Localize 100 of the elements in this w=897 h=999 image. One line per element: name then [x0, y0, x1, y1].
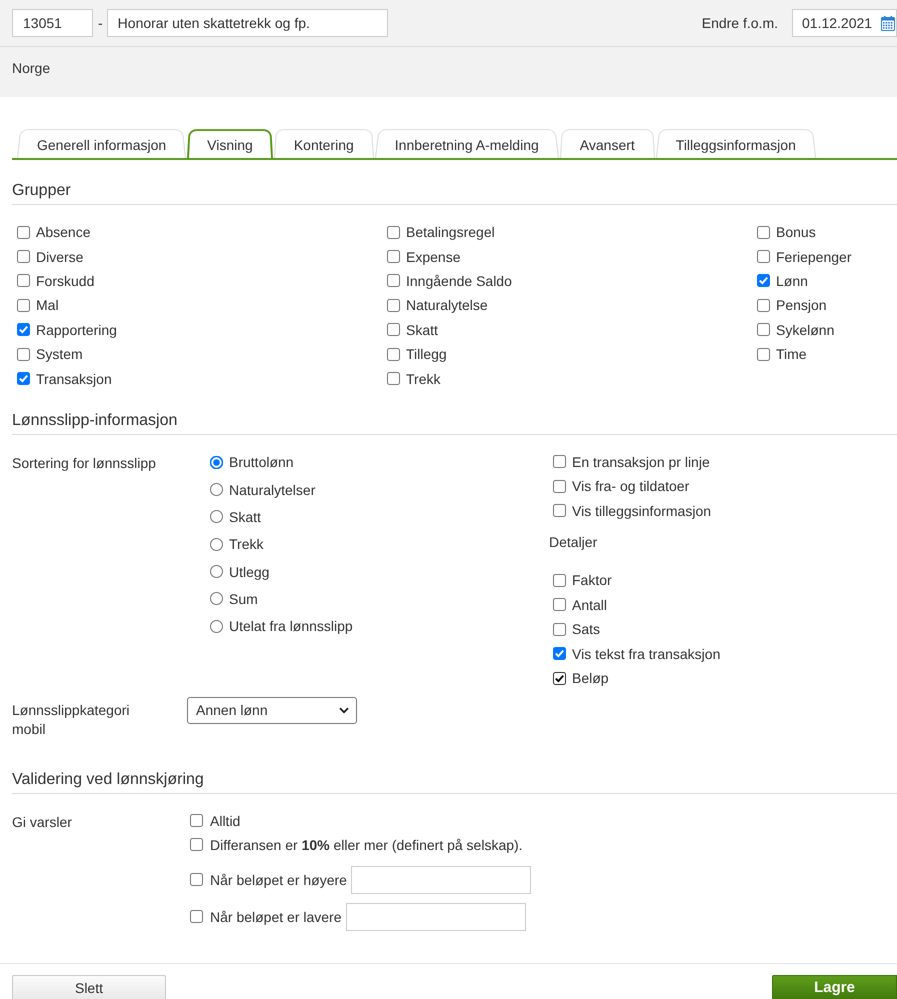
checkbox[interactable] — [757, 226, 770, 239]
checkbox-label: Forskudd — [36, 272, 94, 289]
date-field[interactable]: 01.12.2021 — [792, 9, 897, 37]
checkbox[interactable] — [190, 873, 203, 886]
checkbox-label: Rapportering — [36, 322, 117, 338]
checkbox[interactable] — [553, 622, 566, 636]
checkbox[interactable] — [17, 348, 30, 361]
amount-field[interactable] — [346, 902, 526, 931]
radio-button[interactable] — [210, 565, 223, 578]
tab[interactable]: Tilleggsinformasjon — [656, 128, 816, 158]
radio-button[interactable] — [210, 456, 223, 469]
checkbox-label: Feriepenger — [776, 248, 852, 265]
checkbox[interactable] — [190, 838, 203, 852]
radio-button[interactable] — [210, 510, 223, 524]
radio-label: Naturalytelser — [229, 482, 316, 498]
tab[interactable]: Avansert — [560, 128, 655, 158]
radio-label: Sum — [229, 590, 258, 607]
checkbox[interactable] — [17, 298, 30, 312]
checkbox[interactable] — [17, 274, 30, 288]
checkbox-label: Når beløpet er høyere — [210, 872, 347, 888]
checkbox[interactable] — [553, 504, 566, 518]
checkbox[interactable] — [17, 372, 30, 386]
checkbox-label: Antall — [572, 596, 608, 613]
checkbox[interactable] — [17, 226, 30, 239]
radio-label: Utlegg — [229, 564, 270, 580]
country-text: Norge — [12, 60, 50, 76]
field-label: Gi varsler — [12, 814, 72, 830]
code-field[interactable]: 13051 — [12, 9, 93, 37]
checkbox-label: Sykelønn — [776, 322, 834, 338]
checkbox-label: Pensjon — [776, 297, 827, 314]
radio-label: Skatt — [229, 508, 261, 525]
category-select[interactable]: Annen lønn — [187, 696, 357, 724]
checkbox-label: Expense — [406, 248, 460, 265]
checkbox[interactable] — [190, 814, 203, 828]
checkbox-label: Beløp — [572, 670, 609, 686]
checkbox[interactable] — [757, 274, 770, 288]
checkbox[interactable] — [553, 647, 566, 660]
checkbox-label: Inngående Saldo — [406, 272, 512, 289]
radio-label: Bruttolønn — [229, 454, 294, 470]
tab[interactable]: Innberetning A-melding — [374, 128, 559, 158]
checkbox-label: Trekk — [406, 370, 440, 387]
tab[interactable]: Kontering — [274, 128, 374, 158]
checkbox[interactable] — [553, 480, 566, 493]
checkbox-label: En transaksjon pr linje — [572, 454, 710, 470]
name-field[interactable]: Honorar uten skattetrekk og fp. — [106, 9, 388, 37]
date-label: Endre f.o.m. — [702, 15, 778, 31]
checkbox[interactable] — [17, 323, 30, 336]
field-label: Lønnsslippkategori mobil — [12, 700, 131, 739]
checkbox-label: Vis tilleggsinformasjon — [572, 502, 712, 519]
checkbox-label: Transaksjon — [36, 370, 112, 387]
checkbox[interactable] — [757, 323, 770, 336]
checkbox-label: Bonus — [776, 224, 816, 240]
checkbox-label: Vis tekst fra transaksjon — [572, 646, 720, 662]
radio-button[interactable] — [210, 592, 223, 606]
checkbox[interactable] — [553, 574, 566, 587]
checkbox-label: Sats — [572, 621, 600, 638]
checkbox[interactable] — [387, 250, 400, 264]
checkbox[interactable] — [553, 455, 566, 468]
checkbox[interactable] — [757, 250, 770, 264]
section-heading: Lønnsslipp-informasjon — [12, 412, 178, 429]
checkbox-label: Når beløpet er lavere — [210, 908, 342, 925]
checkbox[interactable] — [387, 348, 400, 361]
tab[interactable]: Visning — [187, 128, 273, 158]
checkbox[interactable] — [553, 598, 566, 612]
checkbox-label: Betalingsregel — [406, 224, 495, 240]
checkbox-label: Naturalytelse — [406, 297, 488, 314]
checkbox-label: Diverse — [36, 248, 84, 265]
checkbox[interactable] — [387, 298, 400, 312]
chevron-down-icon — [339, 706, 349, 714]
amount-field[interactable] — [350, 866, 531, 894]
calendar-icon[interactable] — [881, 16, 895, 30]
section-heading: Validering ved lønnskjøring — [12, 770, 204, 788]
delete-button[interactable]: Slett — [12, 974, 166, 999]
checkbox[interactable] — [17, 250, 30, 264]
checkbox-label: Faktor — [572, 572, 612, 588]
checkbox-label: Absence — [36, 224, 90, 240]
radio-label: Utelat fra lønnsslipp — [229, 618, 353, 634]
checkbox[interactable] — [387, 372, 400, 386]
radio-button[interactable] — [210, 538, 223, 551]
section-heading: Grupper — [12, 182, 71, 199]
checkbox-label: Lønn — [776, 272, 808, 289]
checkbox-label: Time — [776, 346, 807, 362]
subheading: Detaljer — [549, 533, 598, 552]
checkbox[interactable] — [387, 323, 400, 336]
radio-button[interactable] — [210, 483, 223, 496]
checkbox-label: Alltid — [210, 812, 240, 829]
radio-button[interactable] — [210, 620, 223, 633]
checkbox[interactable] — [757, 348, 770, 361]
checkbox[interactable] — [387, 226, 400, 239]
tab[interactable]: Generell informasjon — [17, 128, 186, 158]
checkbox-label: Vis fra- og tildatoer — [572, 478, 690, 494]
checkbox-label: Skatt — [406, 322, 438, 338]
checkbox-label: Differansen er 10% eller mer (definert på selskap). — [210, 836, 523, 853]
checkbox-label: Tillegg — [406, 346, 447, 362]
checkbox[interactable] — [757, 298, 770, 312]
checkbox[interactable] — [190, 910, 203, 924]
save-button[interactable]: Lagre — [772, 974, 897, 999]
field-label: Sortering for lønnsslipp — [12, 454, 156, 471]
checkbox[interactable] — [387, 274, 400, 288]
checkbox-label: System — [36, 346, 83, 362]
